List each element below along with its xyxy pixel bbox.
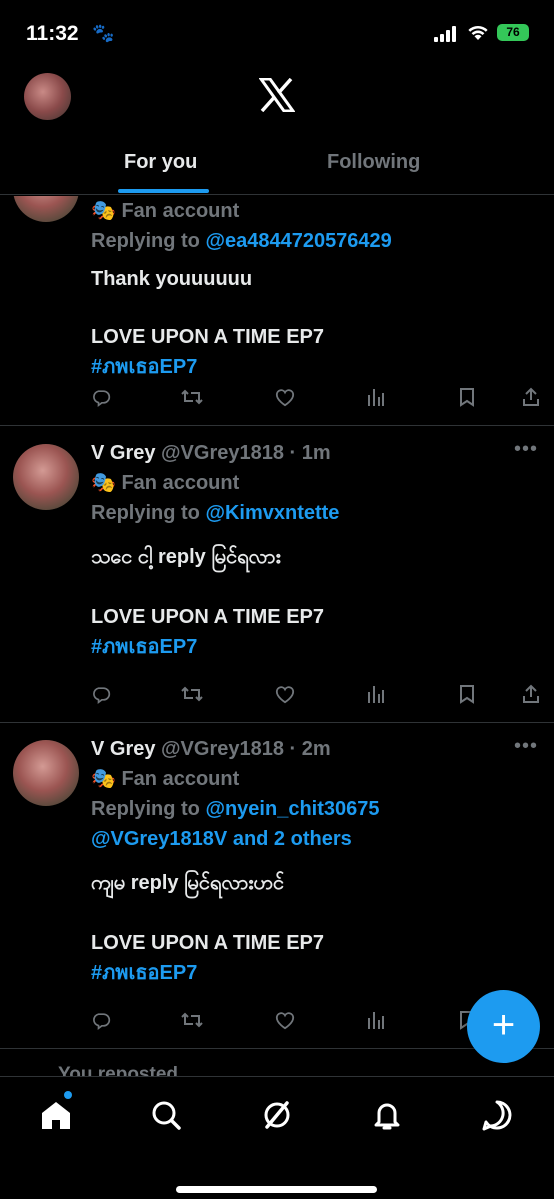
active-tab-indicator	[118, 189, 209, 193]
paw-icon: 🐾	[92, 23, 115, 43]
compose-button[interactable]: +	[467, 990, 540, 1063]
fan-account-badge: Fan account	[121, 472, 240, 494]
post-item[interactable]: ••• V Grey @VGrey1818 · 2m 🎭 Fan account…	[0, 723, 554, 1049]
mask-icon: 🎭	[91, 768, 116, 790]
grok-icon[interactable]	[257, 1095, 297, 1135]
bookmark-icon[interactable]	[458, 684, 476, 709]
fan-account-badge: Fan account	[121, 768, 240, 790]
search-icon[interactable]	[146, 1095, 186, 1135]
author-handle[interactable]: @VGrey1818	[161, 442, 284, 464]
repost-icon[interactable]	[180, 1010, 204, 1035]
repost-icon[interactable]	[180, 684, 204, 709]
replying-label: Replying to	[91, 502, 200, 524]
views-icon[interactable]	[367, 1010, 385, 1035]
views-icon[interactable]	[367, 387, 385, 412]
share-icon[interactable]	[521, 684, 541, 709]
post-text: သငေ ငါ့ reply မြင်ရလား	[91, 546, 281, 568]
repost-icon[interactable]	[180, 387, 204, 412]
clock: 11:32	[26, 22, 79, 45]
post-time: · 1m	[289, 442, 331, 464]
post-time: · 2m	[289, 738, 331, 760]
post-item[interactable]: 🎭 Fan account Replying to @ea48447205764…	[0, 196, 554, 426]
timeline[interactable]: 🎭 Fan account Replying to @ea48447205764…	[0, 196, 554, 1076]
reply-mentions-more-link[interactable]: @VGrey1818V and 2 others	[91, 824, 534, 854]
author-handle[interactable]: @VGrey1818	[161, 738, 284, 760]
status-bar: 11:32 🐾 76	[0, 0, 554, 64]
author-name[interactable]: V Grey	[91, 442, 155, 464]
author-avatar[interactable]	[13, 444, 79, 510]
fan-account-badge: Fan account	[121, 200, 240, 222]
post-item[interactable]: ••• V Grey @VGrey1818 · 1m 🎭 Fan account…	[0, 426, 554, 723]
reply-mention-link[interactable]: @nyein_chit30675	[205, 798, 379, 820]
signal-icon	[434, 26, 456, 42]
replying-label: Replying to	[91, 230, 200, 252]
x-logo-icon	[259, 78, 295, 112]
post-text: ကျမ reply မြင်ရလားဟင်	[91, 872, 285, 894]
post-text: LOVE UPON A TIME EP7	[91, 606, 324, 628]
hashtag-link[interactable]: #ภพเธอEP7	[91, 958, 534, 988]
post-text: LOVE UPON A TIME EP7	[91, 326, 324, 348]
bookmark-icon[interactable]	[458, 387, 476, 412]
feed-tabs: For you Following	[0, 140, 554, 195]
notifications-icon[interactable]	[367, 1095, 407, 1135]
home-icon[interactable]	[36, 1095, 76, 1135]
author-name[interactable]: V Grey	[91, 738, 155, 760]
share-icon[interactable]	[521, 387, 541, 412]
mask-icon: 🎭	[91, 200, 116, 222]
author-avatar[interactable]	[13, 740, 79, 806]
post-text: Thank youuuuuu	[91, 268, 253, 290]
profile-avatar[interactable]	[24, 73, 71, 120]
tab-for-you[interactable]: For you	[124, 151, 197, 174]
post-text: LOVE UPON A TIME EP7	[91, 932, 324, 954]
replying-label: Replying to	[91, 798, 200, 820]
hashtag-link[interactable]: #ภพเธอEP7	[91, 352, 534, 382]
mask-icon: 🎭	[91, 472, 116, 494]
messages-icon[interactable]	[477, 1095, 517, 1135]
reply-icon[interactable]	[91, 684, 111, 709]
bottom-nav	[0, 1076, 554, 1199]
hashtag-link[interactable]: #ภพเธอEP7	[91, 632, 534, 662]
battery-indicator: 76	[497, 24, 529, 41]
notification-dot	[64, 1091, 72, 1099]
compose-icon: +	[491, 1003, 516, 1047]
tab-following[interactable]: Following	[327, 151, 420, 174]
wifi-icon	[468, 25, 488, 40]
author-avatar[interactable]	[13, 196, 79, 222]
views-icon[interactable]	[367, 684, 385, 709]
reply-icon[interactable]	[91, 387, 111, 412]
reply-mention-link[interactable]: @Kimvxntette	[205, 502, 339, 524]
reply-mention-link[interactable]: @ea4844720576429	[205, 230, 391, 252]
like-icon[interactable]	[274, 1010, 296, 1035]
like-icon[interactable]	[274, 684, 296, 709]
home-indicator[interactable]	[176, 1186, 377, 1193]
reply-icon[interactable]	[91, 1010, 111, 1035]
like-icon[interactable]	[274, 387, 296, 412]
